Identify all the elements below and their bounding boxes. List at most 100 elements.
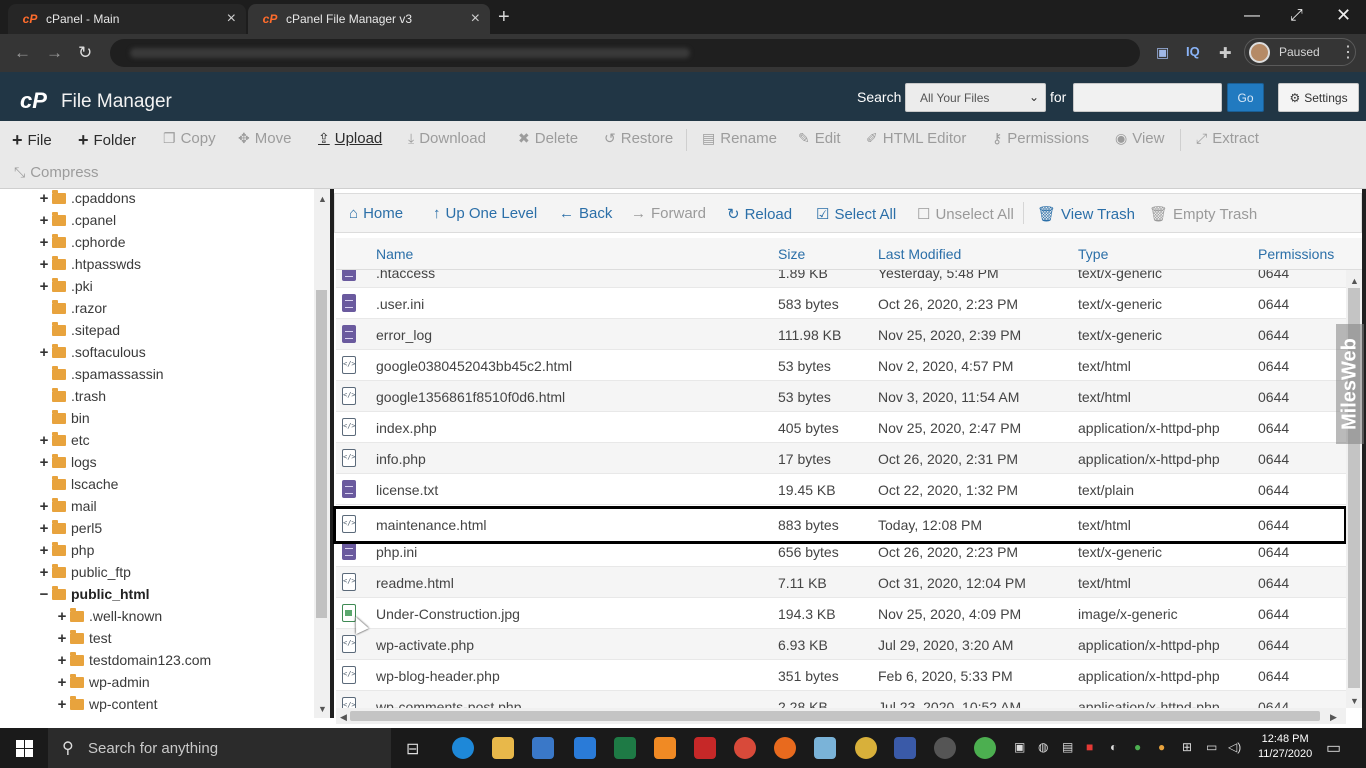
- chrome-profile-icon[interactable]: [855, 737, 877, 759]
- view-button[interactable]: ◉ View: [1115, 130, 1164, 147]
- restore-button[interactable]: ↺ Restore: [604, 130, 673, 147]
- edge-browser-icon[interactable]: [452, 737, 474, 759]
- collapse-icon[interactable]: −: [38, 586, 50, 603]
- move-button[interactable]: ✥ Move: [238, 130, 291, 147]
- go-button[interactable]: Go: [1227, 83, 1264, 112]
- expand-icon[interactable]: +: [38, 344, 50, 361]
- scroll-right-icon[interactable]: ▶: [1330, 712, 1337, 723]
- obs-icon[interactable]: [934, 737, 956, 759]
- column-permissions[interactable]: Permissions: [1258, 246, 1334, 262]
- tree-item[interactable]: + .cpanel: [38, 209, 116, 231]
- tray-icon[interactable]: ●: [1158, 740, 1165, 754]
- task-view-icon[interactable]: ⊟: [406, 739, 428, 761]
- iq-extension-icon[interactable]: IQ: [1186, 44, 1200, 59]
- tree-item[interactable]: + testdomain123.com: [56, 649, 211, 671]
- expand-icon[interactable]: +: [38, 212, 50, 229]
- restore-icon[interactable]: ⤢: [1290, 7, 1303, 25]
- tree-item[interactable]: + .cphorde: [38, 231, 125, 253]
- expand-icon[interactable]: +: [38, 542, 50, 559]
- tree-item[interactable]: + wp-content: [56, 693, 157, 715]
- volume-icon[interactable]: ◁): [1228, 740, 1241, 754]
- expand-icon[interactable]: +: [56, 674, 68, 691]
- tree-item[interactable]: + .well-known: [56, 605, 162, 627]
- tree-item[interactable]: .spamassassin: [38, 363, 164, 385]
- column-last-modified[interactable]: Last Modified: [878, 246, 961, 262]
- chrome-icon[interactable]: [974, 737, 996, 759]
- store-icon[interactable]: [532, 737, 554, 759]
- horizontal-scroll-thumb[interactable]: [350, 711, 1320, 721]
- tray-icon[interactable]: ⊞: [1182, 740, 1192, 754]
- expand-icon[interactable]: +: [56, 696, 68, 713]
- table-row[interactable]: Under-Construction.jpg 194.3 KB Nov 25, 20…: [336, 598, 1346, 629]
- expand-icon[interactable]: +: [38, 278, 50, 295]
- tree-item[interactable]: + mail: [38, 495, 97, 517]
- windows-start-icon[interactable]: [16, 740, 33, 757]
- expand-icon[interactable]: +: [38, 520, 50, 537]
- unselect-all-button[interactable]: ☐ Unselect All: [917, 205, 1014, 224]
- tree-item[interactable]: + wp-admin: [56, 671, 150, 693]
- table-row[interactable]: info.php 17 bytes Oct 26, 2020, 2:31 PM app…: [336, 443, 1346, 474]
- tray-icon[interactable]: ▤: [1062, 740, 1073, 754]
- rename-button[interactable]: ▤ Rename: [702, 130, 777, 147]
- tray-icon[interactable]: ◐: [1110, 740, 1117, 754]
- new-file-button[interactable]: + File: [12, 130, 52, 151]
- close-icon[interactable]: ×: [227, 10, 236, 28]
- app-icon[interactable]: [894, 737, 916, 759]
- address-bar[interactable]: [110, 39, 1140, 67]
- expand-icon[interactable]: +: [38, 190, 50, 207]
- tree-item[interactable]: + test: [56, 627, 112, 649]
- tree-item[interactable]: + php: [38, 539, 94, 561]
- cpanel-logo[interactable]: cP: [20, 88, 47, 114]
- expand-icon[interactable]: +: [38, 432, 50, 449]
- copy-button[interactable]: ❐ Copy: [163, 130, 216, 147]
- taskbar-clock[interactable]: 12:48 PM 11/27/2020: [1258, 732, 1312, 762]
- back-button[interactable]: ← Back: [559, 205, 612, 222]
- back-arrow-icon[interactable]: ←: [14, 43, 31, 63]
- tree-item[interactable]: + logs: [38, 451, 97, 473]
- scroll-up-icon[interactable]: ▲: [1350, 276, 1359, 286]
- tree-item[interactable]: + .htpasswds: [38, 253, 141, 275]
- table-row[interactable]: wp-comments-post.php 2.28 KB Jul 23, 2020,…: [336, 691, 1346, 708]
- table-row[interactable]: .user.ini 583 bytes Oct 26, 2020, 2:23 PM t…: [336, 288, 1346, 319]
- upload-button[interactable]: ⇪ Upload: [318, 130, 382, 147]
- download-button[interactable]: ⤓ Download: [408, 130, 486, 147]
- expand-icon[interactable]: +: [38, 234, 50, 251]
- extract-button[interactable]: ⤢ Extract: [1196, 130, 1259, 147]
- column-name[interactable]: Name: [376, 246, 413, 262]
- puzzle-extensions-icon[interactable]: ✚: [1219, 44, 1232, 62]
- window-close-icon[interactable]: ✕: [1336, 5, 1351, 26]
- expand-icon[interactable]: +: [56, 652, 68, 669]
- menu-dots-icon[interactable]: ⋮: [1340, 42, 1356, 62]
- scroll-down-icon[interactable]: ▼: [1350, 696, 1359, 706]
- table-row[interactable]: wp-activate.php 6.93 KB Jul 29, 2020, 3:20…: [336, 629, 1346, 660]
- expand-icon[interactable]: +: [38, 454, 50, 471]
- home-button[interactable]: ⌂ Home: [349, 205, 403, 222]
- vlc-icon[interactable]: [654, 737, 676, 759]
- table-row[interactable]: readme.html 7.11 KB Oct 31, 2020, 12:04 PM…: [336, 567, 1346, 598]
- scroll-up-icon[interactable]: ▲: [318, 194, 327, 204]
- view-trash-button[interactable]: 🗑 View Trash: [1037, 205, 1135, 224]
- excel-icon[interactable]: [614, 737, 636, 759]
- compress-button[interactable]: ⤡ Compress: [14, 164, 99, 181]
- tray-icon[interactable]: ◍: [1038, 740, 1048, 754]
- column-size[interactable]: Size: [778, 246, 805, 262]
- tree-item[interactable]: lscache: [38, 473, 118, 495]
- minimize-icon[interactable]: —: [1244, 7, 1260, 25]
- tree-item[interactable]: + public_ftp: [38, 561, 131, 583]
- file-explorer-icon[interactable]: [492, 737, 514, 759]
- tree-scroll-thumb[interactable]: [316, 290, 327, 618]
- column-type[interactable]: Type: [1078, 246, 1108, 262]
- taskbar-search[interactable]: ⚲ Search for anything: [48, 728, 391, 768]
- chat-icon[interactable]: [734, 737, 756, 759]
- app-icon[interactable]: [814, 737, 836, 759]
- expand-icon[interactable]: +: [56, 630, 68, 647]
- table-row[interactable]: google1356861f8510f0d6.html 53 bytes Nov 3…: [336, 381, 1346, 412]
- tree-item[interactable]: + perl5: [38, 517, 102, 539]
- reload-icon[interactable]: ↻: [78, 43, 92, 63]
- forward-button[interactable]: → Forward: [631, 205, 706, 222]
- mail-icon[interactable]: [574, 737, 596, 759]
- expand-icon[interactable]: +: [38, 498, 50, 515]
- table-row[interactable]: index.php 405 bytes Nov 25, 2020, 2:47 PM a…: [336, 412, 1346, 443]
- tree-item-public-html[interactable]: − public_html: [38, 583, 150, 605]
- tray-icon[interactable]: ■: [1086, 740, 1093, 754]
